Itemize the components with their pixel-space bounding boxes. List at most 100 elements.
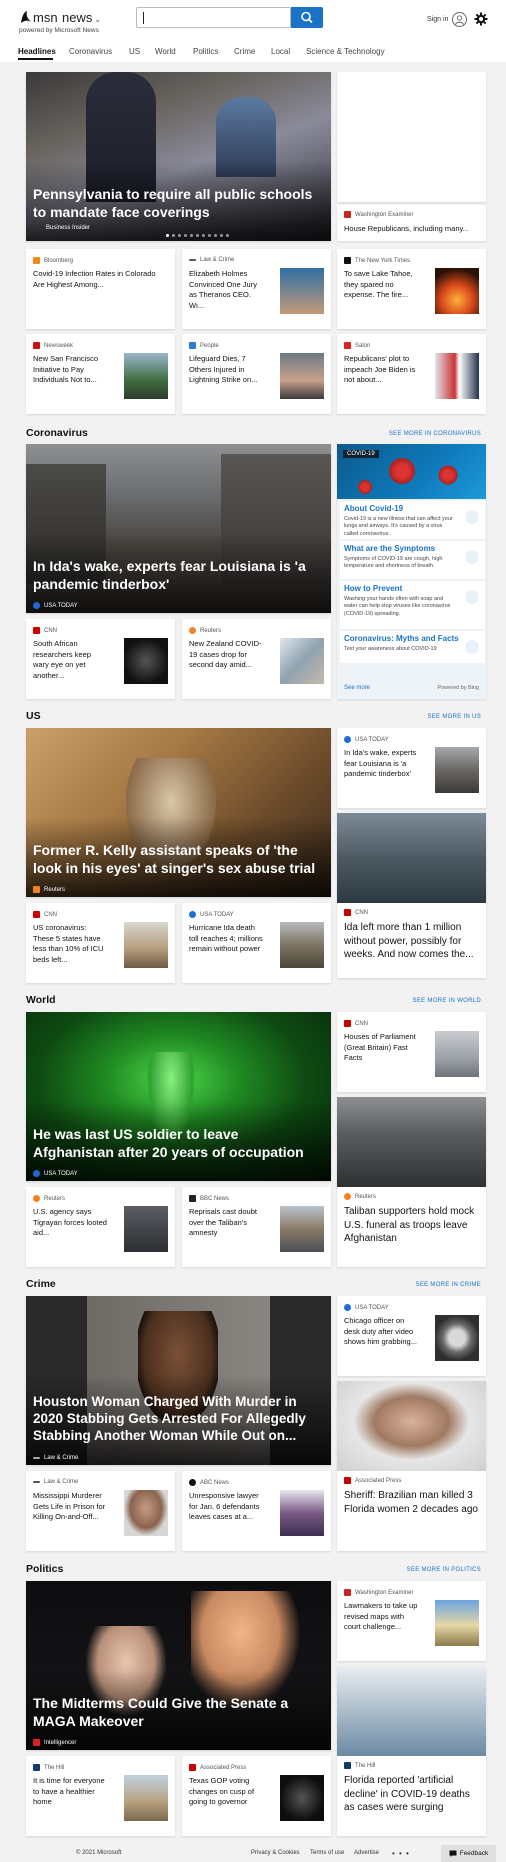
section-title-crime[interactable]: Crime	[26, 1278, 56, 1290]
news-card[interactable]: CNN US coronavirus: These 5 states have …	[26, 903, 175, 983]
carousel-dot[interactable]	[196, 234, 199, 237]
more-menu-icon[interactable]: • • •	[392, 1849, 410, 1858]
hero-card-us[interactable]: Former R. Kelly assistant speaks of 'the…	[26, 728, 331, 897]
feedback-button[interactable]: Feedback	[441, 1845, 496, 1862]
card-source: CNN	[33, 911, 57, 918]
source-logo-icon	[33, 1195, 40, 1202]
see-more-crime[interactable]: SEE MORE IN CRIME	[416, 1282, 481, 1288]
carousel-dot[interactable]	[184, 234, 187, 237]
card-source: CNN	[344, 1020, 368, 1027]
news-card[interactable]: The Hill It is time for everyone to have…	[26, 1756, 175, 1836]
source-logo-icon	[33, 1481, 40, 1483]
news-card[interactable]: The New York Times To save Lake Tahoe, t…	[337, 249, 486, 329]
hero-card-coronavirus[interactable]: In Ida's wake, experts fear Louisiana is…	[26, 444, 331, 613]
tab-coronavirus[interactable]: Coronavirus	[69, 47, 112, 56]
section-title-politics[interactable]: Politics	[26, 1563, 63, 1575]
carousel-dot[interactable]	[220, 234, 223, 237]
tab-crime[interactable]: Crime	[234, 47, 255, 56]
tab-science-technology[interactable]: Science & Technology	[306, 47, 385, 56]
gear-icon[interactable]	[474, 12, 488, 26]
news-card[interactable]: USA TODAY Chicago officer on desk duty a…	[337, 1296, 486, 1376]
card-title: Lifeguard Dies, 7 Others Injured in Ligh…	[189, 354, 258, 385]
card-thumbnail	[435, 1315, 479, 1361]
covid-info-myths[interactable]: Coronavirus: Myths and Facts Test your a…	[340, 631, 485, 663]
see-more-world[interactable]: SEE MORE IN WORLD	[413, 998, 481, 1004]
covid-info-symptoms[interactable]: What are the Symptoms Symptoms of COVID-…	[340, 541, 485, 579]
avatar-icon[interactable]	[452, 12, 467, 27]
news-card[interactable]: ABC News Unresponsive lawyer for Jan. 6 …	[182, 1471, 331, 1551]
news-card[interactable]: USA TODAY Hurricane Ida death toll reach…	[182, 903, 331, 983]
logo-text[interactable]: msn	[33, 10, 58, 25]
card-source: Law & Crime	[189, 257, 234, 263]
card-thumbnail	[124, 922, 168, 968]
signin-link[interactable]: Sign in	[427, 16, 448, 23]
section-title-us[interactable]: US	[26, 710, 41, 722]
info-title: About Covid-19	[344, 504, 404, 513]
feedback-icon	[449, 1850, 457, 1857]
covid-info-prevent[interactable]: How to Prevent Washing your hands often …	[340, 581, 485, 629]
carousel-dot[interactable]	[214, 234, 217, 237]
tab-politics[interactable]: Politics	[193, 47, 218, 56]
hero-card-top[interactable]: Pennsylvania to require all public schoo…	[26, 72, 331, 241]
news-card[interactable]: Associated Press Texas GOP voting change…	[182, 1756, 331, 1836]
carousel-dot[interactable]	[208, 234, 211, 237]
carousel-dots[interactable]	[166, 234, 229, 237]
tab-world[interactable]: World	[155, 47, 176, 56]
card-image	[337, 1666, 486, 1756]
carousel-dot[interactable]	[166, 234, 169, 237]
news-card[interactable]: Law & Crime Mississippi Murderer Gets Li…	[26, 1471, 175, 1551]
source-name: The New York Times	[355, 257, 411, 264]
source-name: People	[200, 342, 219, 349]
news-card[interactable]: Reuters U.S. agency says Tigrayan forces…	[26, 1187, 175, 1267]
carousel-dot[interactable]	[172, 234, 175, 237]
card-source: Reuters	[189, 627, 221, 634]
card-thumbnail	[124, 638, 168, 684]
news-card[interactable]: People Lifeguard Dies, 7 Others Injured …	[182, 334, 331, 414]
card-source: CNN	[33, 627, 57, 634]
footer-link-privacy[interactable]: Privacy & Cookies	[251, 1850, 300, 1856]
tab-local[interactable]: Local	[271, 47, 290, 56]
section-title-coronavirus[interactable]: Coronavirus	[26, 427, 88, 439]
msn-butterfly-icon[interactable]	[19, 10, 33, 24]
footer-link-terms[interactable]: Terms of use	[310, 1850, 344, 1856]
news-card[interactable]: Law & Crime Elizabeth Holmes Convinced O…	[182, 249, 331, 329]
hero-card-politics[interactable]: The Midterms Could Give the Senate a MAG…	[26, 1581, 331, 1750]
news-card-tall[interactable]: CNN Ida left more than 1 million without…	[337, 813, 486, 978]
news-card[interactable]: CNN South African researchers keep wary …	[26, 619, 175, 699]
news-card-tall[interactable]: The Hill Florida reported 'artificial de…	[337, 1666, 486, 1836]
carousel-dot[interactable]	[178, 234, 181, 237]
see-more-coronavirus[interactable]: SEE MORE IN CORONAVIRUS	[389, 431, 481, 437]
search-input[interactable]	[136, 7, 291, 28]
search-button[interactable]	[291, 7, 323, 28]
news-card[interactable]: USA TODAY In Ida's wake, experts fear Lo…	[337, 728, 486, 808]
hero-card-crime[interactable]: Houston Woman Charged With Murder in 202…	[26, 1296, 331, 1465]
see-more-politics[interactable]: SEE MORE IN POLITICS	[407, 1567, 481, 1573]
covid-see-more[interactable]: See more	[344, 685, 370, 691]
news-card[interactable]: Salon Republicans' plot to impeach Joe B…	[337, 334, 486, 414]
side-card-top[interactable]: Washington Examiner House Republicans, i…	[337, 205, 486, 241]
news-card[interactable]: CNN Houses of Parliament (Great Britain)…	[337, 1012, 486, 1092]
carousel-dot[interactable]	[226, 234, 229, 237]
news-card-tall[interactable]: Associated Press Sheriff: Brazilian man …	[337, 1381, 486, 1551]
footer-link-advertise[interactable]: Advertise	[354, 1850, 379, 1856]
tab-us[interactable]: US	[129, 47, 140, 56]
news-card[interactable]: Reuters New Zealand COVID-19 cases drop …	[182, 619, 331, 699]
carousel-dot[interactable]	[202, 234, 205, 237]
tab-headlines[interactable]: Headlines	[18, 47, 56, 56]
hero-card-world[interactable]: He was last US soldier to leave Afghanis…	[26, 1012, 331, 1181]
news-card[interactable]: BBC News Reprisals cast doubt over the T…	[182, 1187, 331, 1267]
covid-info-about[interactable]: About Covid-19 Covid-19 is a new illness…	[340, 501, 485, 539]
section-title-world[interactable]: World	[26, 994, 56, 1006]
carousel-dot[interactable]	[190, 234, 193, 237]
news-card-tall[interactable]: Reuters Taliban supporters hold mock U.S…	[337, 1097, 486, 1267]
source-name: Law & Crime	[200, 257, 235, 263]
news-card[interactable]: Bloomberg Covid-19 Infection Rates in Co…	[26, 249, 175, 329]
ad-slot	[337, 72, 486, 202]
hero-title: He was last US soldier to leave Afghanis…	[33, 1126, 304, 1160]
section-switcher[interactable]: news ⌄	[62, 10, 101, 25]
chevron-down-icon: ⌄	[94, 15, 102, 24]
news-card[interactable]: Washington Examiner Lawmakers to take up…	[337, 1581, 486, 1661]
news-card[interactable]: Newsweek New San Francisco Initiative to…	[26, 334, 175, 414]
see-more-us[interactable]: SEE MORE IN US	[427, 714, 481, 720]
card-thumbnail	[280, 1775, 324, 1821]
